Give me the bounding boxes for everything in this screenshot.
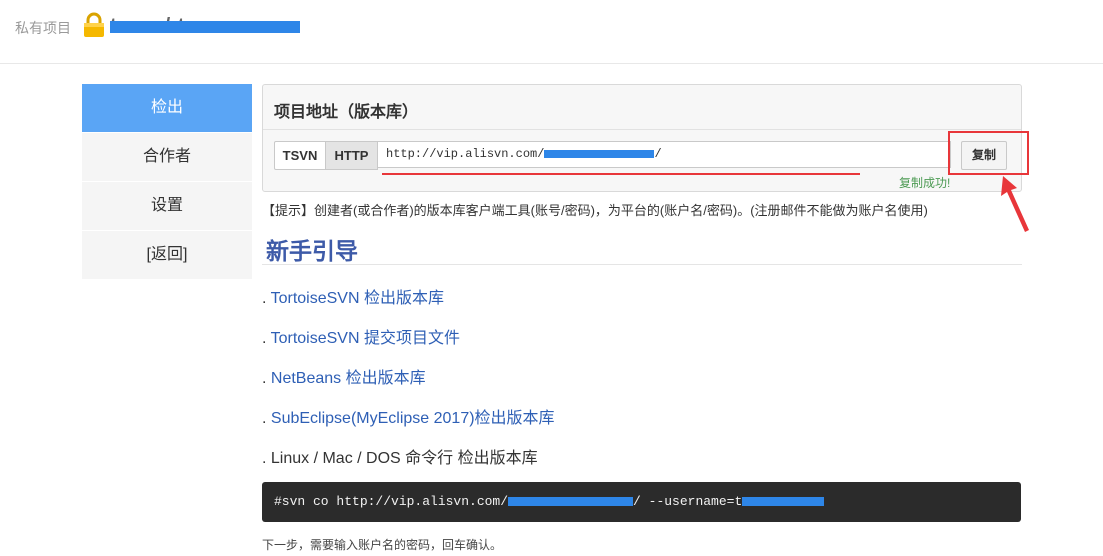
- top-bar: 私有项目 t . . · / t ·: [0, 0, 1103, 64]
- list-item: . SubEclipse(MyEclipse 2017)检出版本库: [262, 410, 555, 427]
- command-middle: / --username=t: [633, 494, 743, 509]
- tortoisesvn-commit-link[interactable]: TortoiseSVN 提交项目文件: [271, 330, 460, 347]
- panel-title: 项目地址（版本库）: [274, 104, 419, 121]
- sidebar-item-collaborators[interactable]: 合作者: [82, 133, 252, 182]
- private-project-label: 私有项目: [15, 20, 71, 36]
- redaction-bar: [110, 21, 300, 33]
- copy-success-message: 复制成功!: [899, 176, 951, 190]
- repo-address-panel: 项目地址（版本库） TSVN HTTP http://vip.alisvn.co…: [262, 84, 1022, 192]
- sidebar-item-checkout[interactable]: 检出: [82, 84, 252, 133]
- url-prefix: http://vip.alisvn.com/: [386, 147, 545, 161]
- annotation-arrow-icon: [1001, 176, 1029, 232]
- command-line-guide-text: Linux / Mac / DOS 命令行 检出版本库: [270, 450, 538, 467]
- hint-text: 【提示】创建者(或合作者)的版本库客户端工具(账号/密码)，为平台的(账户名/密…: [262, 203, 928, 218]
- sidebar-item-label: 合作者: [142, 148, 191, 165]
- tortoisesvn-checkout-link[interactable]: TortoiseSVN 检出版本库: [271, 290, 444, 307]
- sidebar-item-label: [返回]: [146, 246, 188, 263]
- lock-icon: [84, 12, 104, 37]
- redaction-bar: [508, 497, 634, 507]
- annotation-highlight-box: [948, 131, 1029, 175]
- sidebar-item-label: 检出: [150, 99, 183, 116]
- repo-url-field[interactable]: http://vip.alisvn.com/ /: [377, 141, 951, 168]
- list-item: . NetBeans 检出版本库: [262, 370, 426, 387]
- redaction-bar: [544, 149, 655, 158]
- guide-divider: [262, 264, 1022, 265]
- list-item: . TortoiseSVN 提交项目文件: [262, 330, 460, 347]
- sidebar-item-label: 设置: [150, 197, 183, 214]
- netbeans-checkout-link[interactable]: NetBeans 检出版本库: [271, 370, 426, 387]
- sidebar: 检出 合作者 设置 [返回]: [82, 84, 252, 280]
- sidebar-item-back[interactable]: [返回]: [82, 231, 252, 280]
- next-step-note: 下一步，需要输入账户名的密码，回车确认。: [262, 538, 503, 552]
- http-protocol-button[interactable]: HTTP: [325, 141, 378, 170]
- subeclipse-checkout-link[interactable]: SubEclipse(MyEclipse 2017): [271, 410, 475, 427]
- tsvn-protocol-button[interactable]: TSVN: [274, 141, 326, 170]
- svn-command-block: #svn co http://vip.alisvn.com/ / --userna…: [262, 482, 1021, 522]
- command-prefix: #svn co http://vip.alisvn.com/: [274, 494, 509, 509]
- list-item: . TortoiseSVN 检出版本库: [262, 290, 444, 307]
- panel-divider: [263, 129, 1021, 130]
- guide-title: 新手引导: [266, 238, 358, 264]
- list-item: . Linux / Mac / DOS 命令行 检出版本库: [262, 450, 538, 467]
- url-suffix: /: [654, 147, 662, 161]
- sidebar-item-settings[interactable]: 设置: [82, 182, 252, 231]
- redaction-bar: [742, 497, 825, 507]
- annotation-underline: [382, 173, 860, 175]
- subeclipse-checkout-link-suffix[interactable]: 检出版本库: [475, 410, 555, 427]
